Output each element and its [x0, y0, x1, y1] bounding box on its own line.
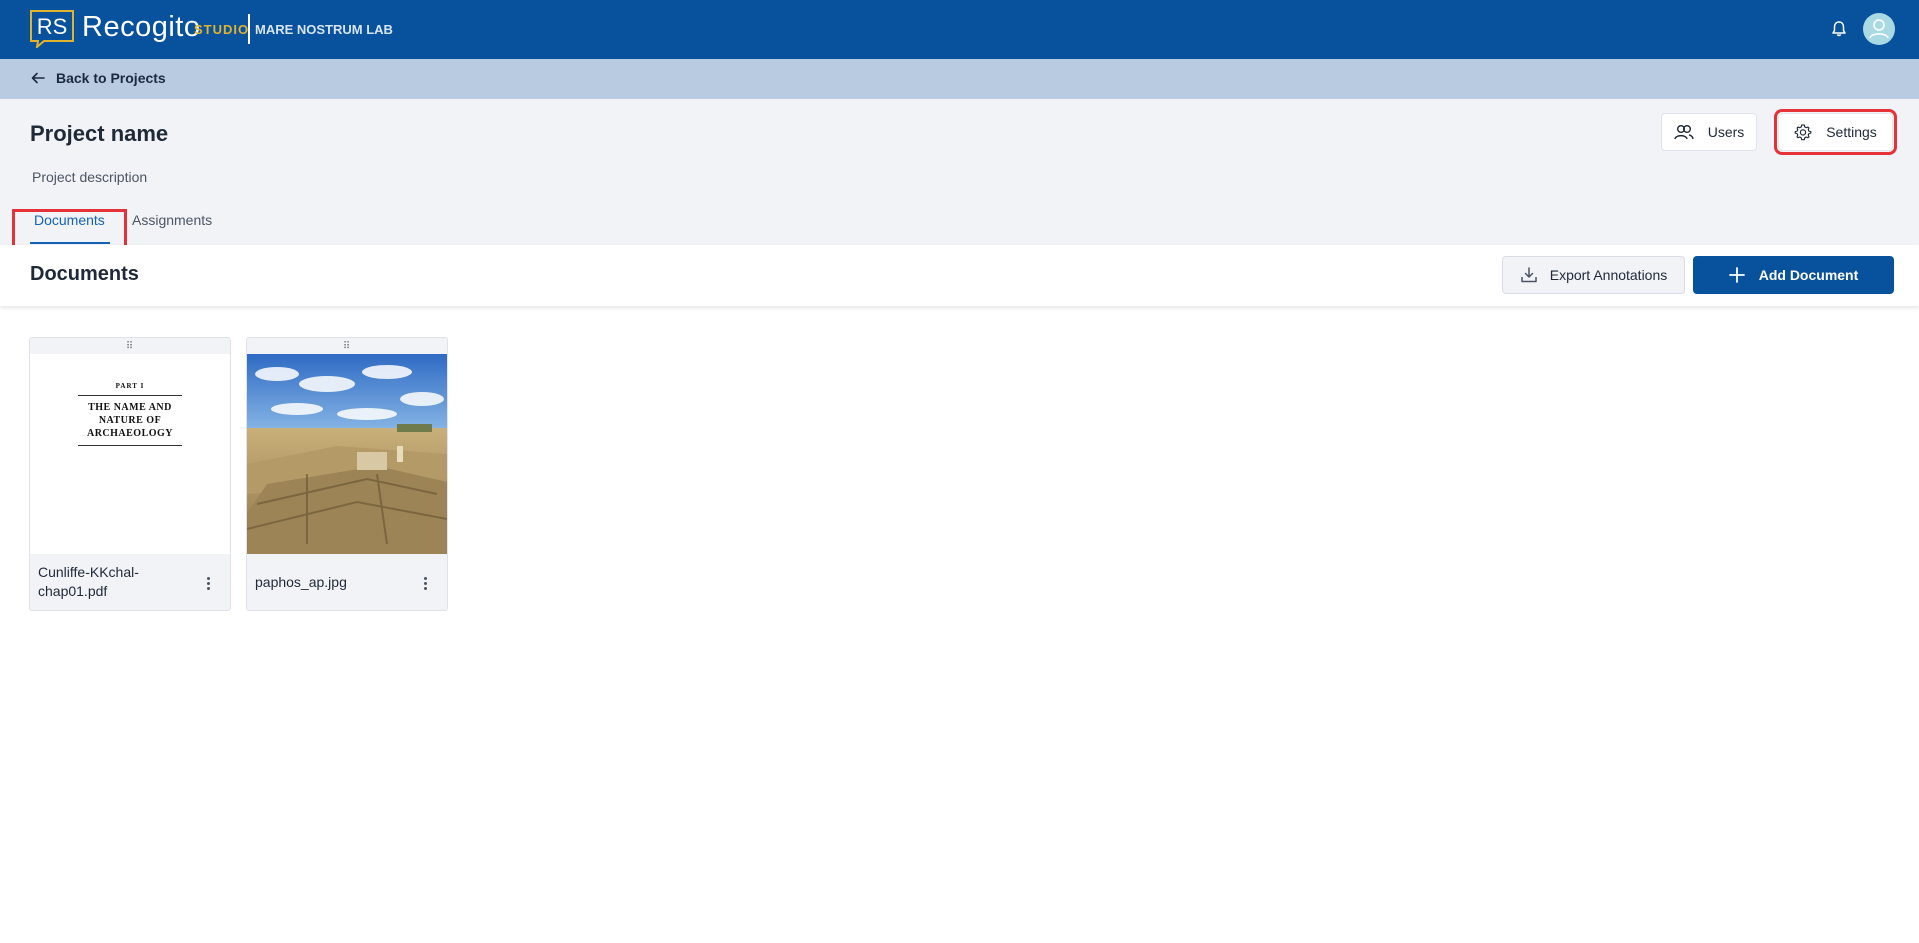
recogito-logo-icon[interactable]: RS	[28, 8, 76, 48]
arrow-left-icon	[31, 72, 45, 84]
drag-handle-icon[interactable]: ⠿	[30, 338, 230, 354]
settings-button[interactable]: Settings	[1774, 109, 1897, 155]
document-thumbnail[interactable]: PART I THE NAME AND NATURE OF ARCHAEOLOG…	[30, 354, 230, 554]
app-name: Recogito	[82, 11, 201, 43]
add-document-label: Add Document	[1758, 267, 1859, 283]
organization-name: MARE NOSTRUM LAB	[255, 22, 393, 37]
gear-icon	[1794, 124, 1812, 141]
documents-toolbar: Documents Export Annotations Add Documen…	[0, 245, 1919, 306]
user-avatar-icon	[1869, 19, 1889, 39]
project-description: Project description	[32, 169, 148, 185]
bell-icon[interactable]	[1829, 19, 1849, 39]
back-bar: Back to Projects	[0, 59, 1919, 99]
document-card-footer: paphos_ap.jpg	[247, 554, 447, 610]
brand-divider	[248, 14, 250, 44]
pdf-cover-title: THE NAME AND NATURE OF ARCHAEOLOGY	[86, 402, 174, 439]
back-to-projects-link[interactable]: Back to Projects	[30, 70, 166, 86]
tab-documents-label: Documents	[34, 212, 105, 228]
users-icon	[1674, 125, 1694, 140]
svg-text:RS: RS	[37, 14, 68, 39]
tab-assignments[interactable]: Assignments	[132, 212, 212, 242]
back-to-projects-label: Back to Projects	[56, 70, 166, 86]
plus-icon	[1728, 267, 1745, 283]
users-button-label: Users	[1707, 124, 1745, 140]
document-name: Cunliffe-KKchal-chap01.pdf	[38, 564, 139, 599]
users-button[interactable]: Users	[1661, 113, 1757, 151]
document-name: paphos_ap.jpg	[255, 574, 347, 590]
settings-button-label: Settings	[1826, 124, 1877, 140]
user-avatar[interactable]	[1863, 13, 1895, 45]
pdf-rule	[78, 445, 182, 446]
pdf-part-label: PART I	[115, 382, 145, 390]
tab-assignments-label: Assignments	[132, 212, 213, 228]
add-document-button[interactable]: Add Document	[1693, 256, 1894, 294]
document-card[interactable]: ⠿ paphos_ap.jpg	[246, 337, 448, 611]
project-header: Project name Project description Users S…	[0, 99, 1919, 251]
document-thumbnail[interactable]	[247, 354, 447, 554]
app-studio-label: STUDIO	[194, 22, 250, 37]
more-vertical-icon[interactable]	[417, 572, 433, 594]
document-card[interactable]: ⠿ PART I THE NAME AND NATURE OF ARCHAEOL…	[29, 337, 231, 611]
page-title: Project name	[30, 121, 169, 146]
pdf-rule	[78, 395, 182, 396]
documents-heading: Documents	[30, 263, 139, 285]
pdf-cover-page: PART I THE NAME AND NATURE OF ARCHAEOLOG…	[70, 382, 190, 451]
more-vertical-icon[interactable]	[200, 572, 216, 594]
export-annotations-label: Export Annotations	[1549, 267, 1668, 283]
tab-documents[interactable]: Documents	[30, 212, 110, 244]
export-annotations-button[interactable]: Export Annotations	[1502, 256, 1685, 294]
download-icon	[1520, 267, 1537, 283]
active-tab-indicator	[30, 242, 110, 244]
archaeological-site-image	[247, 354, 447, 554]
document-card-footer: Cunliffe-KKchal-chap01.pdf	[30, 554, 230, 610]
top-bar: RS Recogito STUDIO MARE NOSTRUM LAB	[0, 0, 1919, 59]
drag-handle-icon[interactable]: ⠿	[247, 338, 447, 354]
